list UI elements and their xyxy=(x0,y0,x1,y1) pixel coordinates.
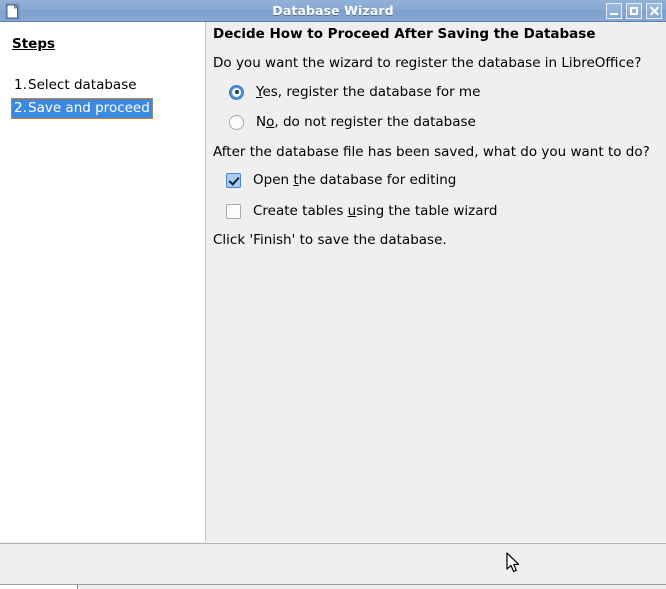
register-question-label: Do you want the wizard to register the d… xyxy=(213,55,642,71)
label-text-pre: N xyxy=(256,114,267,130)
label-text-pre: Create tables xyxy=(253,203,348,219)
maximize-icon[interactable] xyxy=(626,3,642,19)
checkbox-unchecked-icon[interactable] xyxy=(226,203,241,219)
steps-list: 1.Select database 2.Save and proceed xyxy=(11,74,201,120)
window-bottom-edge xyxy=(0,584,666,589)
checkbox-open-database-label: Open the database for editing xyxy=(253,172,456,188)
window-title: Database Wizard xyxy=(272,3,394,18)
label-text-pre: Open xyxy=(253,172,294,188)
main-content: Decide How to Proceed After Saving the D… xyxy=(207,22,666,542)
title-bar[interactable]: Database Wizard xyxy=(0,0,666,22)
radio-register-no-label: No, do not register the database xyxy=(256,114,476,130)
step-number-2: 2. xyxy=(14,100,27,116)
finish-instruction-label: Click 'Finish' to save the database. xyxy=(213,232,447,248)
label-text: , do not register the database xyxy=(274,114,476,130)
close-icon[interactable] xyxy=(646,3,662,19)
mnemonic-char: u xyxy=(347,203,357,219)
checkbox-checked-icon[interactable] xyxy=(226,172,241,188)
page-title: Decide How to Proceed After Saving the D… xyxy=(213,26,596,42)
radio-register-no[interactable]: No, do not register the database xyxy=(229,114,476,130)
step-row-1: 1.Select database xyxy=(11,74,201,96)
radio-register-yes-label: Yes, register the database for me xyxy=(256,84,480,100)
step-row-2: 2.Save and proceed xyxy=(11,97,201,119)
steps-heading: Steps xyxy=(12,36,56,52)
window-controls xyxy=(606,3,662,19)
database-wizard-window: Database Wizard Steps 1.Select database … xyxy=(0,0,666,589)
label-text: sing the table wizard xyxy=(356,203,498,219)
step-label-1: Select database xyxy=(28,77,137,93)
step-label-2: Save and proceed xyxy=(28,100,150,116)
radio-register-yes[interactable]: Yes, register the database for me xyxy=(229,84,480,100)
checkbox-open-database[interactable]: Open the database for editing xyxy=(226,172,456,188)
radio-on-icon[interactable] xyxy=(229,84,244,100)
checkbox-create-tables[interactable]: Create tables using the table wizard xyxy=(226,203,497,219)
step-number-1: 1. xyxy=(14,77,27,93)
button-bar: Help < Back Next > Finish Cancel xyxy=(0,544,666,584)
after-save-question-label: After the database file has been saved, … xyxy=(213,144,650,160)
sidebar-item-select-database[interactable]: 1.Select database xyxy=(11,75,140,96)
label-text: he database for editing xyxy=(298,172,457,188)
label-text: es, register the database for me xyxy=(262,84,481,100)
steps-panel: Steps 1.Select database 2.Save and proce… xyxy=(0,22,206,542)
sidebar-item-save-and-proceed[interactable]: 2.Save and proceed xyxy=(11,98,153,119)
checkbox-create-tables-label: Create tables using the table wizard xyxy=(253,203,497,219)
radio-off-icon[interactable] xyxy=(229,114,244,130)
minimize-icon[interactable] xyxy=(606,3,622,19)
